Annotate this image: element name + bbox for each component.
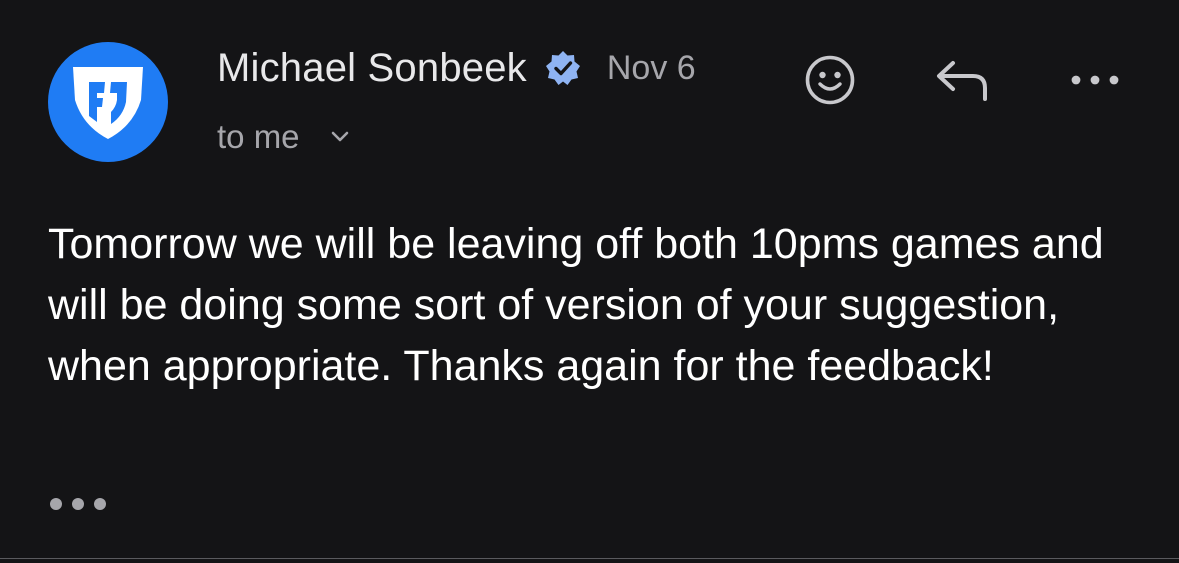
reply-icon [937,61,987,101]
message-divider [0,558,1179,559]
ellipsis-dot [72,498,84,510]
ellipsis-dot [94,498,106,510]
verified-badge-icon [545,50,581,86]
ellipsis-dot [50,498,62,510]
show-trimmed-content-button[interactable] [50,490,106,518]
emoji-react-icon [805,55,855,105]
sender-row: Michael Sonbeek Nov 6 [217,40,696,96]
message-body: Tomorrow we will be leaving off both 10p… [48,220,1104,390]
emoji-react-button[interactable] [800,50,860,110]
message-date: Nov 6 [606,48,696,87]
fanduel-logo-icon [73,67,143,139]
chevron-down-icon [330,130,350,144]
recipient-label: to me [217,118,300,155]
sender-avatar[interactable] [48,42,168,162]
recipient-details-toggle[interactable]: to me [217,112,350,162]
more-horizontal-icon [1071,75,1119,85]
reply-button[interactable] [930,50,996,110]
more-options-button[interactable] [1062,50,1128,110]
sender-name[interactable]: Michael Sonbeek [217,46,527,91]
